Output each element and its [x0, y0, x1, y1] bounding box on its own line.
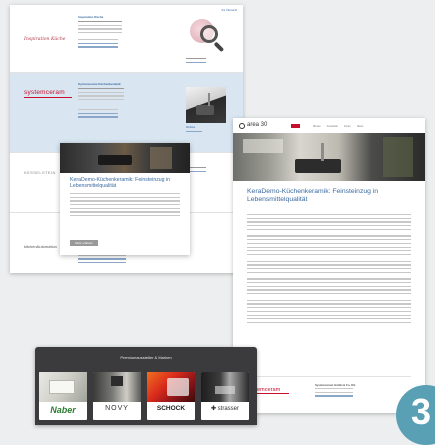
brand-logo: SCHOCK [156, 405, 186, 412]
footer-company: Systemceram GmbH & Co. KG [315, 383, 356, 387]
brand-card-naber[interactable]: Naber [39, 372, 87, 420]
magnifier-icon [200, 25, 218, 43]
company-logo: KESSELSTEIN [24, 170, 56, 175]
more-button[interactable]: Mehr erfahren [70, 240, 98, 246]
plus-icon: ✚ [210, 406, 216, 412]
brand-card-schock[interactable]: SCHOCK [147, 372, 195, 420]
list-item[interactable]: systemceram Systemceram Küchenkeramik We… [10, 72, 243, 152]
brand-card-novy[interactable]: NOVY [93, 372, 141, 420]
article-title: KeraDemo-Küchenkeramik: Feinsteinzug in … [247, 188, 379, 204]
brand-logo: Naber [50, 405, 76, 415]
nav-item[interactable]: Messe [313, 125, 321, 128]
article-footer: systemceram Systemceram GmbH & Co. KG [247, 376, 411, 406]
article-page: area 30 Messe Aussteller Foren News Kera… [233, 118, 425, 413]
website-link[interactable]: Website [186, 126, 195, 129]
main-nav: Messe Aussteller Foren News [313, 125, 363, 128]
company-logo: kitchenAutomation [24, 244, 57, 249]
site-logo[interactable]: area 30 [247, 122, 267, 128]
company-logo: systemceram [24, 89, 76, 98]
popup-title: KeraDemo-Küchenkeramik: Feinsteinzug in … [70, 177, 171, 190]
panel-title: Premiumaussteller & Marken [120, 355, 172, 360]
nav-item[interactable]: Foren [344, 125, 351, 128]
brand-card-strasser[interactable]: ✚ strasser [201, 372, 249, 420]
nav-item[interactable]: News [357, 125, 364, 128]
product-image [186, 87, 226, 123]
header-link-red[interactable] [291, 124, 300, 128]
hero-image [233, 133, 425, 181]
product-image [186, 13, 226, 53]
logo-icon [239, 123, 245, 129]
brand-logo: ✚ strasser [210, 406, 240, 412]
company-name[interactable]: Systemceram Küchenkeramik [78, 82, 121, 86]
news-popup[interactable]: KeraDemo-Küchenkeramik: Feinsteinzug in … [60, 143, 190, 255]
site-header: area 30 Messe Aussteller Foren News [233, 118, 425, 132]
popup-image [60, 143, 190, 173]
brand-logo: NOVY [105, 405, 129, 412]
company-name[interactable]: Inspiration Küche [78, 15, 103, 19]
nav-item[interactable]: Aussteller [327, 125, 338, 128]
company-logo: Inspiration Küche [24, 37, 66, 42]
exhibitor-list-page: Zur Übersicht Inspiration Küche Inspirat… [10, 5, 243, 273]
list-item[interactable]: Inspiration Küche Inspiration Küche [10, 5, 243, 72]
premium-exhibitors-panel: Premiumaussteller & Marken Naber NOVY SC… [35, 347, 257, 425]
